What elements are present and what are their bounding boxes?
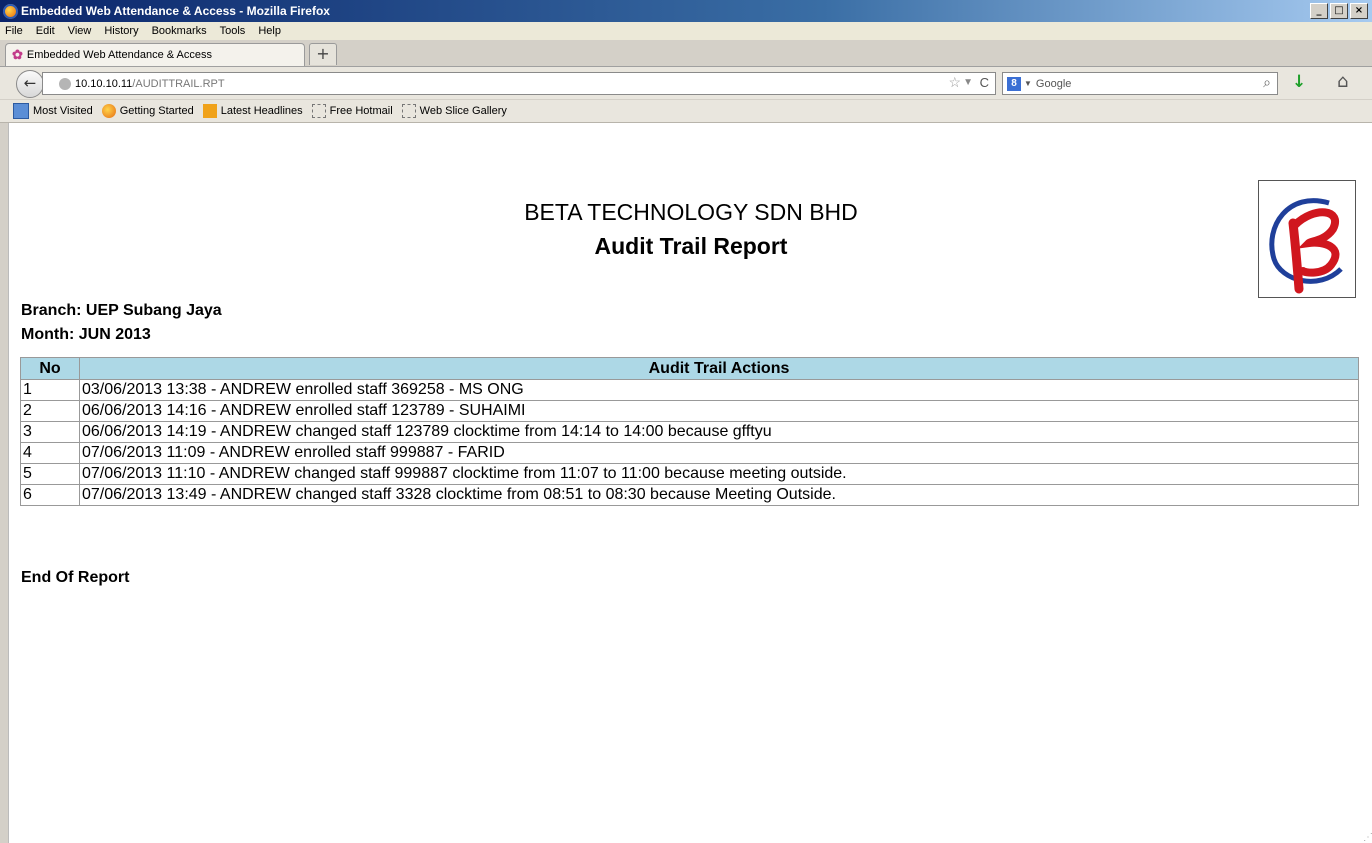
company-name: BETA TECHNOLOGY SDN BHD — [524, 199, 858, 225]
menu-help[interactable]: Help — [252, 25, 288, 37]
table-header-row: No Audit Trail Actions — [20, 357, 1359, 380]
page-favicon-icon: ✿ — [12, 47, 23, 62]
search-icon[interactable]: ⌕ — [1263, 74, 1271, 91]
rss-icon — [202, 104, 217, 118]
firefox-icon — [101, 104, 116, 118]
bookmarks-toolbar: Most Visited Getting Started Latest Head… — [0, 100, 1372, 123]
bookmark-label: Free Hotmail — [329, 105, 393, 117]
bookmark-web-slice-gallery[interactable]: Web Slice Gallery — [401, 104, 507, 118]
month-label: Month: JUN 2013 — [21, 326, 151, 343]
site-identity-icon[interactable] — [59, 77, 71, 90]
row-number: 1 — [20, 379, 80, 401]
web-slice-icon — [311, 104, 326, 118]
table-row: 4 07/06/2013 11:09 - ANDREW enrolled sta… — [20, 442, 1359, 464]
search-input[interactable]: Google — [1036, 78, 1071, 90]
row-action: 07/06/2013 13:49 - ANDREW changed staff … — [79, 484, 1359, 506]
web-slice-icon — [401, 104, 416, 118]
bookmark-star-icon[interactable]: ☆ — [948, 74, 961, 91]
menu-edit[interactable]: Edit — [30, 25, 62, 37]
table-row: 3 06/06/2013 14:19 - ANDREW changed staf… — [20, 421, 1359, 443]
bookmark-label: Latest Headlines — [220, 105, 303, 117]
url-host: 10.10.10.11 — [75, 77, 133, 90]
minimize-button[interactable]: _ — [1310, 3, 1328, 19]
search-bar[interactable]: 8 ▼ Google ⌕ — [1002, 72, 1278, 95]
table-row: 1 03/06/2013 13:38 - ANDREW enrolled sta… — [20, 379, 1359, 401]
bookmark-most-visited[interactable]: Most Visited — [13, 103, 93, 119]
menu-view[interactable]: View — [62, 25, 99, 37]
row-action: 07/06/2013 11:09 - ANDREW enrolled staff… — [79, 442, 1359, 464]
page-content: BETA TECHNOLOGY SDN BHD Audit Trail Repo… — [8, 123, 1372, 843]
menu-history[interactable]: History — [98, 25, 145, 37]
most-visited-icon — [13, 103, 29, 119]
back-button[interactable]: ← — [16, 70, 44, 98]
window-title: Embedded Web Attendance & Access - Mozil… — [21, 4, 330, 18]
column-header-actions: Audit Trail Actions — [79, 357, 1359, 380]
row-action: 07/06/2013 11:10 - ANDREW changed staff … — [79, 463, 1359, 485]
table-row: 2 06/06/2013 14:16 - ANDREW enrolled sta… — [20, 400, 1359, 422]
bookmark-latest-headlines[interactable]: Latest Headlines — [202, 104, 303, 118]
google-icon[interactable]: 8 — [1007, 76, 1021, 91]
tab-strip: ✿ Embedded Web Attendance & Access + — [0, 40, 1372, 67]
row-action: 06/06/2013 14:19 - ANDREW changed staff … — [79, 421, 1359, 443]
branch-label: Branch: UEP Subang Jaya — [21, 302, 222, 319]
url-path: /AUDITTRAIL.RPT — [132, 77, 225, 90]
bookmark-free-hotmail[interactable]: Free Hotmail — [311, 104, 393, 118]
table-row: 6 07/06/2013 13:49 - ANDREW changed staf… — [20, 484, 1359, 506]
reload-icon[interactable]: C — [980, 75, 989, 90]
search-engine-dropdown-icon[interactable]: ▼ — [1024, 79, 1032, 88]
tab-label: Embedded Web Attendance & Access — [26, 49, 212, 61]
menu-bar: File Edit View History Bookmarks Tools H… — [0, 22, 1372, 40]
url-dropdown-icon[interactable]: ▼ — [963, 77, 973, 88]
firefox-icon — [3, 3, 18, 19]
bookmark-label: Getting Started — [119, 105, 194, 117]
row-number: 2 — [20, 400, 80, 422]
report-title: Audit Trail Report — [594, 233, 788, 259]
download-icon[interactable]: ↓ — [1292, 72, 1306, 92]
close-button[interactable]: × — [1350, 3, 1368, 19]
row-number: 6 — [20, 484, 80, 506]
bookmark-label: Web Slice Gallery — [419, 105, 507, 117]
tab-audit-trail[interactable]: ✿ Embedded Web Attendance & Access — [5, 43, 305, 66]
row-number: 3 — [20, 421, 80, 443]
table-row: 5 07/06/2013 11:10 - ANDREW changed staf… — [20, 463, 1359, 485]
menu-file[interactable]: File — [0, 25, 30, 37]
beta-logo-icon — [1269, 198, 1343, 294]
bookmark-getting-started[interactable]: Getting Started — [101, 104, 194, 118]
audit-trail-table: No Audit Trail Actions 1 03/06/2013 13:3… — [20, 357, 1359, 506]
home-icon[interactable]: ⌂ — [1337, 71, 1348, 92]
column-header-no: No — [20, 357, 80, 380]
url-bar[interactable]: 10.10.10.11/AUDITTRAIL.RPT ☆ ▼ C — [42, 72, 996, 95]
menu-tools[interactable]: Tools — [214, 25, 253, 37]
menu-bookmarks[interactable]: Bookmarks — [146, 25, 214, 37]
row-action: 03/06/2013 13:38 - ANDREW enrolled staff… — [79, 379, 1359, 401]
back-arrow-icon: ← — [23, 74, 37, 92]
end-of-report: End Of Report — [21, 569, 130, 586]
new-tab-button[interactable]: + — [309, 43, 337, 65]
company-logo — [1258, 180, 1356, 298]
bookmark-label: Most Visited — [33, 105, 93, 117]
maximize-button[interactable]: □ — [1330, 3, 1348, 19]
window-controls: _ □ × — [1310, 3, 1368, 19]
window-titlebar[interactable]: Embedded Web Attendance & Access - Mozil… — [0, 0, 1372, 22]
navigation-toolbar: ← 10.10.10.11/AUDITTRAIL.RPT ☆ ▼ C 8 ▼ G… — [0, 67, 1372, 99]
row-number: 4 — [20, 442, 80, 464]
row-action: 06/06/2013 14:16 - ANDREW enrolled staff… — [79, 400, 1359, 422]
row-number: 5 — [20, 463, 80, 485]
resize-grip-icon[interactable]: ⋰ — [1363, 832, 1372, 843]
